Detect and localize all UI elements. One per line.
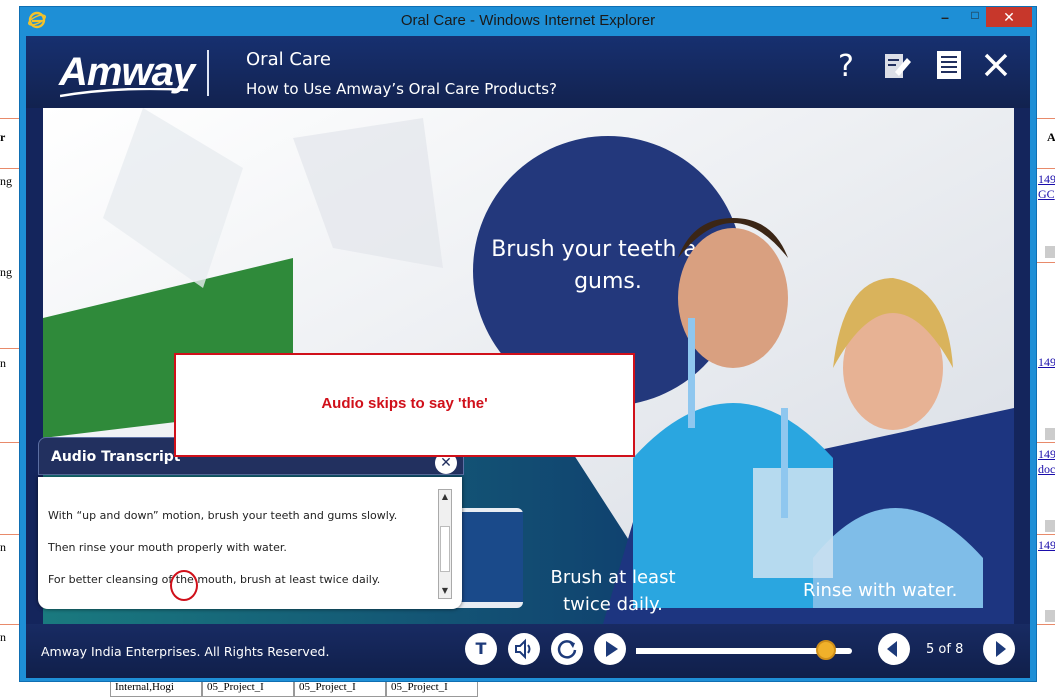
bg-cell[interactable]: Internal,Hogi	[110, 680, 202, 697]
scroll-up-icon[interactable]: ▲	[439, 490, 451, 504]
audio-transcript-panel: Audio Transcript ✕ With “up and down” mo…	[38, 437, 464, 609]
bg-link[interactable]: 149	[1038, 538, 1055, 553]
audio-button[interactable]	[508, 633, 540, 665]
transcript-line: With “up and down” motion, brush your te…	[48, 509, 398, 522]
logo-swoosh	[60, 88, 189, 98]
edit-notes-icon	[885, 54, 911, 78]
transcript-line: For better cleansing of the mouth, brush…	[48, 573, 381, 586]
transcript-line: Then rinse your mouth properly with wate…	[48, 541, 287, 554]
previous-icon	[887, 641, 897, 657]
transcript-title: Audio Transcript	[51, 449, 181, 465]
bg-link[interactable]: doc	[1038, 462, 1055, 477]
annotation-callout: Audio skips to say 'the'	[174, 353, 635, 457]
play-button[interactable]	[594, 633, 626, 665]
brush-twice-text: Brush at least twice daily.	[550, 567, 676, 615]
close-course-button[interactable]	[978, 50, 1014, 84]
callout-text: Audio skips to say 'the'	[321, 395, 488, 412]
window-titlebar[interactable]: Oral Care - Windows Internet Explorer – …	[20, 7, 1036, 35]
bg-fragment: ng	[0, 174, 12, 188]
bg-fragment: r	[0, 130, 6, 144]
replay-icon	[557, 640, 577, 659]
help-button[interactable]: ?	[828, 50, 864, 84]
bg-fragment: n	[0, 356, 6, 370]
background-page-left: r ng ng n n n	[0, 0, 20, 697]
next-icon	[996, 641, 1006, 657]
course-subtitle: How to Use Amway’s Oral Care Products?	[246, 80, 558, 98]
copyright-text: Amway India Enterprises. All Rights Rese…	[41, 644, 330, 659]
minimize-button[interactable]: –	[932, 9, 958, 29]
bg-link[interactable]: 149	[1038, 447, 1055, 462]
close-window-button[interactable]: ✕	[986, 7, 1032, 27]
replay-button[interactable]	[551, 633, 583, 665]
header-divider	[207, 50, 209, 96]
transcript-body: With “up and down” motion, brush your te…	[38, 477, 462, 609]
list-menu-icon	[937, 51, 961, 79]
scroll-thumb[interactable]	[440, 526, 450, 572]
course-header: Amway Oral Care How to Use Amway’s Oral …	[26, 36, 1030, 108]
bg-cell[interactable]: 05_Project_I	[294, 680, 386, 697]
rinse-text: Rinse with water.	[803, 580, 958, 601]
bg-cell[interactable]: 05_Project_I	[202, 680, 294, 697]
course-title: Oral Care	[246, 49, 331, 70]
bg-cell[interactable]: 05_Project_I	[386, 680, 478, 697]
close-icon	[984, 53, 1008, 77]
speaker-icon	[515, 638, 531, 660]
scroll-down-icon[interactable]: ▼	[439, 584, 451, 598]
next-button[interactable]	[983, 633, 1015, 665]
people-image	[633, 218, 983, 608]
previous-button[interactable]	[878, 633, 910, 665]
play-icon	[606, 641, 618, 657]
window-title: Oral Care - Windows Internet Explorer	[400, 12, 656, 29]
progress-knob[interactable]	[816, 640, 837, 660]
annotation-circle	[170, 570, 198, 601]
bg-fragment: n	[0, 630, 6, 644]
bg-fragment: n	[0, 540, 6, 554]
background-page-bottom: Internal,Hogi 05_Project_I 05_Project_I …	[110, 680, 1030, 697]
player-footer: Amway India Enterprises. All Rights Rese…	[26, 624, 1030, 678]
menu-button[interactable]	[931, 50, 967, 84]
maximize-button[interactable]: □	[962, 8, 988, 28]
bg-fragment: ng	[0, 265, 12, 279]
bg-link[interactable]: 149	[1038, 172, 1055, 187]
notes-button[interactable]	[879, 50, 915, 84]
bg-link[interactable]: GC	[1038, 187, 1055, 202]
transcript-button[interactable]: T	[465, 633, 497, 665]
page-counter: 5 of 8	[926, 642, 964, 657]
bg-link[interactable]: 149	[1038, 355, 1055, 370]
transcript-scrollbar[interactable]: ▲ ▼	[438, 489, 452, 599]
